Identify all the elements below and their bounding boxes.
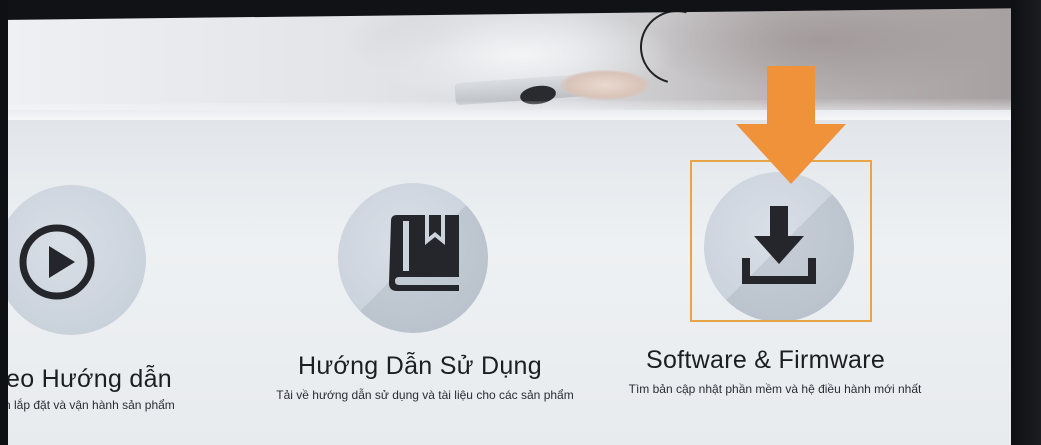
highlight-box [690,160,872,322]
tile-software-description: Tìm bản cập nhật phần mềm và hệ điều hàn… [628,382,922,396]
tile-video-guide[interactable]: eo Hướng dẫn n lắp đặt và vận hành sản p… [0,0,260,445]
tv-bezel-right [1011,0,1041,445]
play-circle-icon [19,224,95,300]
tile-software-title: Software & Firmware [646,346,886,374]
orange-down-arrow-icon [736,66,846,184]
tile-video-title: eo Hướng dẫn [6,365,173,393]
photo-of-tv-screen: eo Hướng dẫn n lắp đặt và vận hành sản p… [0,0,1041,445]
tile-video-description: n lắp đặt và vận hành sản phẩm [4,398,175,412]
book-icon [389,215,459,291]
tile-user-manual[interactable]: Hướng Dẫn Sử Dụng Tải về hướng dẫn sử dụ… [270,0,590,445]
tv-bezel-left [0,0,8,445]
tile-manual-title: Hướng Dẫn Sử Dụng [298,352,542,380]
tile-manual-description: Tải về hướng dẫn sử dụng và tài liệu cho… [276,388,574,402]
